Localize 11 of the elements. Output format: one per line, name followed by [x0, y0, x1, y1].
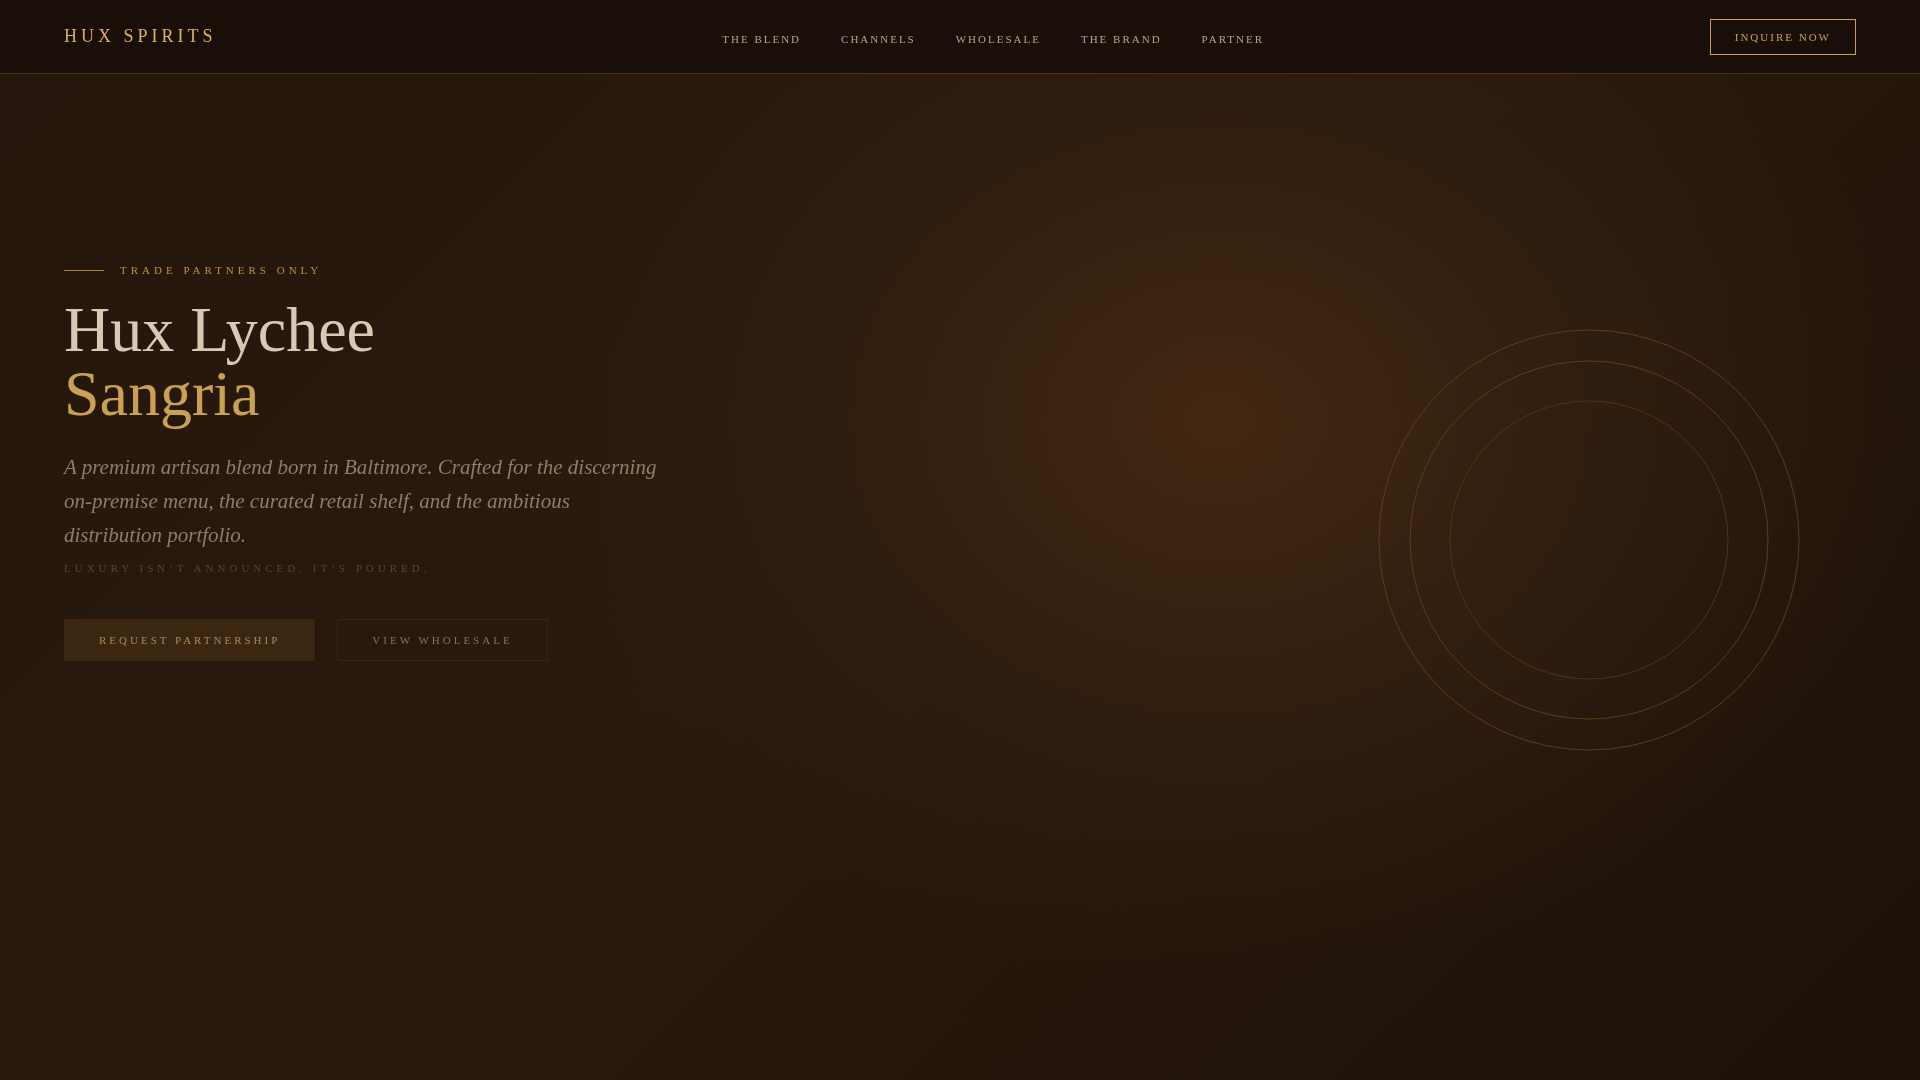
nav-link[interactable]: THE BLEND	[722, 33, 802, 45]
inquire-button[interactable]: INQUIRE NOW	[1709, 18, 1856, 55]
hero-description: A premium artisan blend born in Baltimore. Crafted for the discerning on-premise menu, the curated retail shelf, and the ambitious distribution portfolio.	[64, 454, 658, 549]
brand-logo[interactable]: HUX SPIRITS	[64, 26, 217, 47]
nav-link[interactable]: PARTNER	[1201, 33, 1265, 45]
nav-link[interactable]: WHOLESALE	[955, 33, 1041, 45]
eyebrow-label: TRADE PARTNERS ONLY	[120, 264, 323, 276]
nav-link[interactable]: THE BRAND	[1080, 33, 1162, 45]
view-wholesale-button[interactable]: VIEW WHOLESALE	[337, 619, 548, 661]
request-partnership-button[interactable]: REQUEST PARTNERSHIP	[64, 619, 316, 661]
nav-link[interactable]: CHANNELS	[841, 33, 916, 45]
